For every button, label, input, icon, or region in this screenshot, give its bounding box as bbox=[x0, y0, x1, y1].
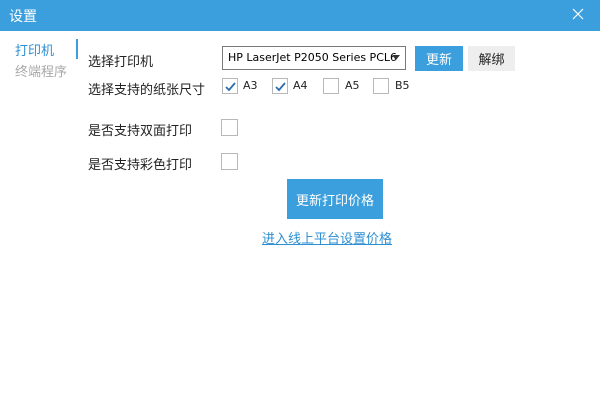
checkbox-a5[interactable] bbox=[323, 78, 339, 94]
paper-size-a4: A4 bbox=[293, 79, 308, 92]
checkmark-icon bbox=[225, 82, 236, 92]
checkbox-b5[interactable] bbox=[373, 78, 389, 94]
color-print-checkbox[interactable] bbox=[221, 153, 238, 170]
sidebar: 打印机 终端程序 bbox=[0, 31, 78, 400]
window-title: 设置 bbox=[9, 9, 37, 25]
checkbox-a4[interactable] bbox=[272, 78, 288, 94]
sidebar-active-indicator bbox=[76, 39, 78, 59]
duplex-label: 是否支持双面打印 bbox=[88, 124, 193, 139]
unbind-button[interactable]: 解绑 bbox=[468, 46, 515, 71]
close-icon[interactable] bbox=[570, 6, 586, 22]
color-print-label: 是否支持彩色打印 bbox=[88, 158, 193, 173]
duplex-checkbox[interactable] bbox=[221, 119, 238, 136]
checkmark-icon bbox=[275, 82, 286, 92]
paper-size-a5: A5 bbox=[345, 79, 360, 92]
printer-select[interactable]: HP LaserJet P2050 Series PCL6 bbox=[222, 46, 406, 70]
refresh-button[interactable]: 更新 bbox=[415, 46, 463, 71]
checkbox-a3[interactable] bbox=[222, 78, 238, 94]
paper-size-a3: A3 bbox=[243, 79, 258, 92]
update-price-button[interactable]: 更新打印价格 bbox=[287, 179, 383, 219]
sidebar-item-printer[interactable]: 打印机 bbox=[15, 40, 54, 59]
sidebar-item-terminal[interactable]: 终端程序 bbox=[15, 61, 67, 80]
printer-label: 选择打印机 bbox=[88, 55, 154, 70]
dropdown-arrow-icon bbox=[392, 55, 400, 60]
title-bar: 设置 bbox=[0, 0, 600, 31]
online-platform-link[interactable]: 进入线上平台设置价格 bbox=[262, 228, 392, 247]
paper-size-label: 选择支持的纸张尺寸 bbox=[88, 83, 206, 98]
printer-select-value: HP LaserJet P2050 Series PCL6 bbox=[228, 51, 398, 64]
paper-size-b5: B5 bbox=[395, 79, 410, 92]
